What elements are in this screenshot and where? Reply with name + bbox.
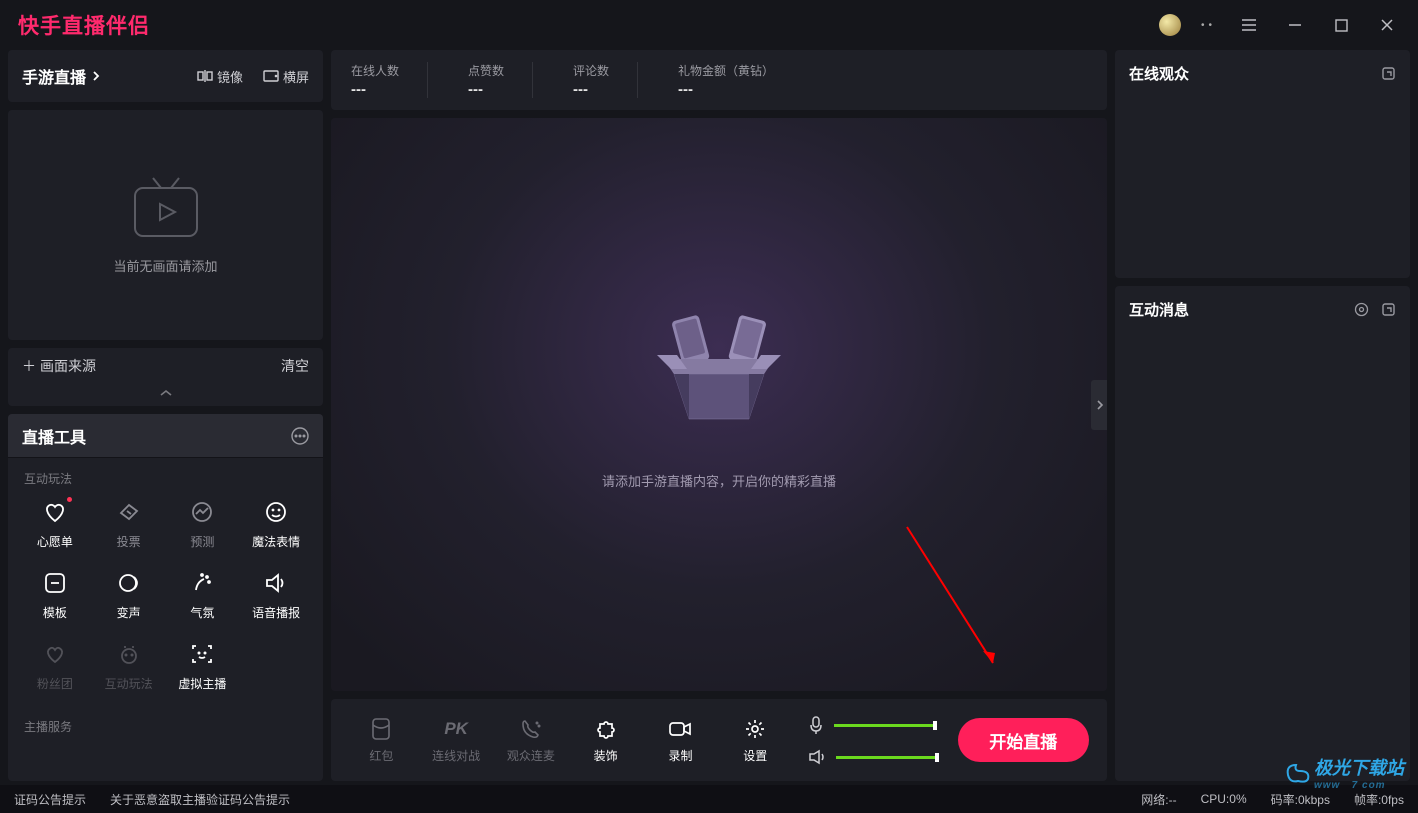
audience-panel: 在线观众: [1115, 50, 1410, 278]
avatar-more[interactable]: ••: [1201, 20, 1216, 31]
gear-icon: [744, 717, 766, 741]
status-net: 网络:--: [1141, 791, 1176, 808]
popout-icon[interactable]: [1381, 66, 1396, 81]
stat-online: 在线人数---: [351, 62, 428, 98]
start-stream-button[interactable]: 开始直播: [958, 718, 1089, 762]
maximize-icon[interactable]: [1328, 19, 1354, 32]
settings-icon[interactable]: [1354, 302, 1369, 317]
call-icon: [520, 717, 542, 741]
menu-icon[interactable]: [1236, 18, 1262, 32]
mic-volume-bar[interactable]: [834, 724, 934, 727]
control-bar: 红包 PK 连线对战 观众连麦 装饰 录制 设置: [331, 699, 1107, 781]
mirror-toggle[interactable]: 镜像: [197, 67, 243, 86]
speaker-volume[interactable]: [808, 749, 948, 765]
ctrl-record[interactable]: 录制: [648, 717, 713, 764]
redpacket-icon: [371, 717, 391, 741]
empty-box-icon: [649, 299, 789, 439]
puzzle-icon: [595, 717, 617, 741]
tool-template[interactable]: 模板: [18, 570, 92, 621]
mic-icon: [808, 715, 824, 735]
chevron-right-icon: [92, 70, 100, 82]
more-icon[interactable]: [291, 427, 309, 445]
voice-icon: [116, 570, 142, 596]
sparkle-icon: [189, 570, 215, 596]
collapse-icon[interactable]: [8, 384, 323, 402]
minimize-icon[interactable]: [1282, 18, 1308, 32]
avatar[interactable]: [1159, 14, 1181, 36]
template-icon: [42, 570, 68, 596]
speaker-out-icon: [808, 749, 826, 765]
heart-icon: [42, 499, 68, 525]
camera-icon: [668, 717, 692, 741]
stats-row: 在线人数--- 点赞数--- 评论数--- 礼物金额（黄钻）---: [331, 50, 1107, 110]
preview-hint: 请添加手游直播内容，开启你的精彩直播: [602, 471, 836, 490]
landscape-icon: [263, 70, 279, 82]
preview-area: 请添加手游直播内容，开启你的精彩直播: [331, 118, 1107, 691]
tool-predict[interactable]: 预测: [166, 499, 240, 550]
notice-2[interactable]: 关于恶意盗取主播验证码公告提示: [110, 791, 290, 808]
tools-title: 直播工具: [22, 424, 86, 448]
robot-icon: [116, 641, 142, 667]
messages-panel: 互动消息: [1115, 286, 1410, 781]
pk-icon: PK: [444, 717, 468, 741]
tool-wishlist[interactable]: 心愿单: [18, 499, 92, 550]
status-bar: 证码公告提示 关于恶意盗取主播验证码公告提示 网络:-- CPU:0% 码率:0…: [0, 785, 1418, 813]
tool-vote[interactable]: 投票: [92, 499, 166, 550]
landscape-toggle[interactable]: 横屏: [263, 67, 309, 86]
ctrl-pk[interactable]: PK 连线对战: [424, 717, 489, 764]
stat-comments: 评论数---: [573, 62, 638, 98]
trend-icon: [189, 499, 215, 525]
status-bitrate: 码率:0kbps: [1271, 791, 1330, 808]
mirror-icon: [197, 69, 213, 83]
ctrl-decorate[interactable]: 装饰: [573, 717, 638, 764]
tools-panel: 直播工具 互动玩法 心愿单 投票 预测: [8, 414, 323, 781]
preview-empty: 当前无画面请添加: [8, 110, 323, 340]
title-bar: 快手直播伴侣 ••: [0, 0, 1418, 50]
ctrl-redpacket[interactable]: 红包: [349, 717, 414, 764]
monitor-icon: [127, 176, 205, 242]
stat-likes: 点赞数---: [468, 62, 533, 98]
section-interact: 互动玩法: [8, 458, 323, 493]
popout-icon[interactable]: [1381, 302, 1396, 317]
ctrl-audience-mic[interactable]: 观众连麦: [499, 717, 564, 764]
stream-mode-select[interactable]: 手游直播: [22, 64, 100, 88]
status-cpu: CPU:0%: [1201, 792, 1247, 806]
tool-interact[interactable]: 互动玩法: [92, 641, 166, 692]
messages-title: 互动消息: [1129, 299, 1189, 320]
mic-volume[interactable]: [808, 715, 948, 735]
section-service: 主播服务: [8, 706, 323, 741]
tool-fans[interactable]: 粉丝团: [18, 641, 92, 692]
ticket-icon: [116, 499, 142, 525]
tool-atmosphere[interactable]: 气氛: [166, 570, 240, 621]
close-icon[interactable]: [1374, 18, 1400, 32]
tool-voice-change[interactable]: 变声: [92, 570, 166, 621]
speaker-volume-bar[interactable]: [836, 756, 936, 759]
preview-empty-text: 当前无画面请添加: [113, 256, 217, 275]
stream-mode-label: 手游直播: [22, 64, 86, 88]
audience-title: 在线观众: [1129, 63, 1189, 84]
tool-voice-broadcast[interactable]: 语音播报: [239, 570, 313, 621]
tool-magic-emoji[interactable]: 魔法表情: [239, 499, 313, 550]
add-source-button[interactable]: ＋画面来源: [22, 356, 96, 376]
mode-bar: 手游直播 镜像 横屏: [8, 50, 323, 102]
clear-button[interactable]: 清空: [281, 356, 309, 376]
tool-virtual-host[interactable]: 虚拟主播: [166, 641, 240, 692]
status-fps: 帧率:0fps: [1354, 791, 1404, 808]
face-scan-icon: [189, 641, 215, 667]
smile-icon: [263, 499, 289, 525]
expand-right-icon[interactable]: [1091, 380, 1107, 430]
stat-gifts: 礼物金额（黄钻）---: [678, 62, 802, 98]
notice-1[interactable]: 证码公告提示: [14, 791, 86, 808]
heart-outline-icon: [42, 641, 68, 667]
speaker-icon: [263, 570, 289, 596]
ctrl-settings[interactable]: 设置: [723, 717, 788, 764]
annotation-arrow: [897, 517, 1007, 677]
app-title: 快手直播伴侣: [18, 10, 150, 40]
